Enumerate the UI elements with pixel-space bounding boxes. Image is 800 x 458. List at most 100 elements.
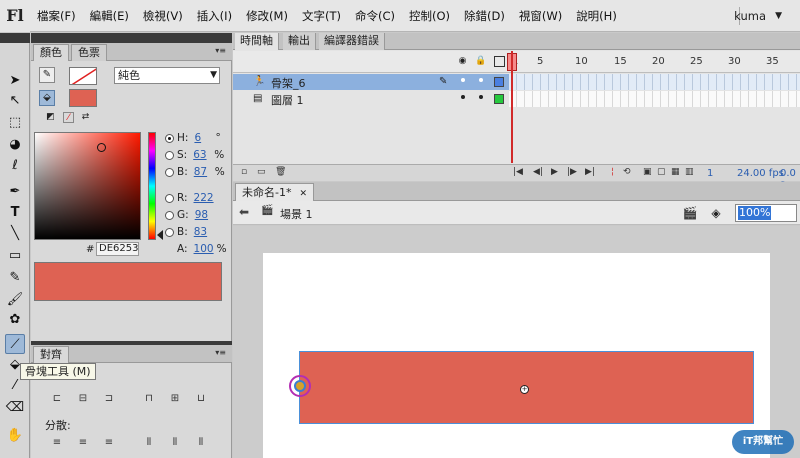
swap-colors-icon[interactable]: ⇄: [80, 112, 91, 123]
eraser-icon[interactable]: ⌫: [5, 397, 25, 417]
red-radio[interactable]: [165, 193, 174, 203]
layer-frames[interactable]: [509, 74, 800, 90]
edit-multiple-frames-icon[interactable]: ▦: [671, 167, 680, 177]
tab-swatches[interactable]: 色票: [71, 44, 107, 61]
distribute-top-icon[interactable]: ≡: [51, 437, 63, 449]
align-right-icon[interactable]: ⊐: [103, 393, 115, 405]
layer-row-layer1[interactable]: ▤ 圖層 1: [233, 91, 800, 107]
pen-icon[interactable]: ✒: [5, 181, 25, 201]
center-frame-icon[interactable]: ¦: [611, 167, 614, 177]
selection-arrow-icon[interactable]: ➤: [5, 70, 25, 90]
tab-align[interactable]: 對齊: [33, 346, 69, 363]
align-left-icon[interactable]: ⊏: [51, 393, 63, 405]
menu-control[interactable]: 控制(O): [402, 0, 457, 32]
modify-markers-icon[interactable]: ▥: [685, 167, 694, 177]
layer-info[interactable]: ▤ 圖層 1: [233, 91, 509, 107]
new-layer-icon[interactable]: ▫: [241, 167, 247, 177]
menu-modify[interactable]: 修改(M): [239, 0, 295, 32]
fill-type-select[interactable]: 純色 ▼: [114, 67, 220, 84]
saturation-brightness-picker[interactable]: [34, 132, 141, 240]
visibility-dot[interactable]: [461, 95, 465, 99]
menu-edit[interactable]: 編輯(E): [83, 0, 136, 32]
deco-icon[interactable]: ✿: [5, 309, 25, 329]
menu-insert[interactable]: 插入(I): [190, 0, 239, 32]
tab-compiler-errors[interactable]: 編譯器錯誤: [319, 33, 385, 50]
lock-dot[interactable]: [479, 95, 483, 99]
align-horizontal-center-icon[interactable]: ⊟: [77, 393, 89, 405]
layer-outline-color[interactable]: [494, 94, 504, 104]
align-bottom-icon[interactable]: ⊔: [195, 393, 207, 405]
layer-info[interactable]: 🏃 骨架_6 ✎: [233, 74, 509, 90]
3d-rotation-icon[interactable]: ◕: [5, 134, 25, 154]
delete-layer-icon[interactable]: 🗑: [275, 167, 286, 177]
user-name[interactable]: kuma: [734, 0, 766, 32]
onion-skin-icon[interactable]: ▣: [643, 167, 652, 177]
distribute-bottom-icon[interactable]: ≡: [103, 437, 115, 449]
onion-outlines-icon[interactable]: ▢: [657, 167, 666, 177]
saturation-radio[interactable]: [165, 150, 174, 160]
edit-scene-icon[interactable]: 🎬: [681, 204, 699, 222]
tools-panel-header[interactable]: [0, 33, 30, 43]
stroke-color-pencil-icon[interactable]: ✎: [39, 67, 55, 83]
go-to-first-frame-icon[interactable]: |◀: [513, 167, 523, 177]
new-folder-icon[interactable]: ▭: [257, 167, 266, 177]
hand-icon[interactable]: ✋: [5, 425, 25, 445]
brightness-value[interactable]: 87: [194, 165, 212, 179]
stroke-color-swatch[interactable]: [69, 67, 97, 85]
blue-value[interactable]: 83: [194, 225, 212, 239]
outline-icon[interactable]: [494, 56, 505, 67]
layer-outline-color[interactable]: [494, 77, 504, 87]
document-tab[interactable]: 未命名-1* ✕: [235, 183, 315, 201]
text-icon[interactable]: T: [5, 202, 25, 222]
blue-radio[interactable]: [165, 227, 174, 237]
align-vertical-center-icon[interactable]: ⊞: [169, 393, 181, 405]
loop-icon[interactable]: ⟲: [623, 167, 631, 177]
back-arrow-icon[interactable]: ⬅: [239, 205, 249, 219]
distribute-right-icon[interactable]: ⦀: [195, 437, 207, 449]
color-panel-header[interactable]: [31, 33, 232, 43]
pencil-icon[interactable]: ✎: [5, 267, 25, 287]
bone-joint[interactable]: [294, 380, 306, 392]
visibility-dot[interactable]: [461, 78, 465, 82]
rectangle-icon[interactable]: ▭: [5, 245, 25, 265]
fill-color-bucket-icon[interactable]: ⬙: [39, 90, 55, 106]
distribute-left-icon[interactable]: ⦀: [143, 437, 155, 449]
registration-point-icon[interactable]: +: [520, 385, 529, 394]
no-color-icon[interactable]: ⁄: [63, 112, 74, 123]
bone-icon[interactable]: ⟋: [5, 334, 25, 354]
zoom-input[interactable]: 100%: [735, 204, 797, 222]
free-transform-icon[interactable]: ⬚: [5, 112, 25, 132]
pasteboard[interactable]: + iT邦幫忙: [233, 226, 800, 458]
step-back-icon[interactable]: ◀|: [533, 167, 543, 177]
black-white-icon[interactable]: ◩: [45, 112, 56, 123]
panel-menu-icon[interactable]: ▾≡: [215, 46, 226, 55]
hue-slider-handle[interactable]: [157, 230, 163, 240]
tab-timeline[interactable]: 時間軸: [235, 33, 279, 50]
menu-view[interactable]: 檢視(V): [136, 0, 190, 32]
brush-icon[interactable]: 🖌: [5, 289, 25, 309]
align-top-icon[interactable]: ⊓: [143, 393, 155, 405]
scene-name[interactable]: 場景 1: [280, 206, 313, 222]
menu-window[interactable]: 視窗(W): [512, 0, 569, 32]
menu-debug[interactable]: 除錯(D): [457, 0, 512, 32]
lock-icon[interactable]: 🔒: [475, 56, 486, 67]
saturation-value[interactable]: 63: [193, 148, 211, 162]
hue-slider[interactable]: [148, 132, 156, 240]
close-icon[interactable]: ✕: [299, 189, 307, 199]
distribute-vertical-center-icon[interactable]: ≡: [77, 437, 89, 449]
green-radio[interactable]: [165, 210, 174, 220]
layer-row-armature[interactable]: 🏃 骨架_6 ✎: [233, 74, 800, 90]
green-value[interactable]: 98: [195, 208, 213, 222]
play-icon[interactable]: ▶: [551, 167, 558, 177]
menu-file[interactable]: 檔案(F): [30, 0, 83, 32]
step-forward-icon[interactable]: |▶: [567, 167, 577, 177]
edit-symbols-icon[interactable]: ◈: [707, 204, 725, 222]
menu-text[interactable]: 文字(T): [295, 0, 348, 32]
lasso-icon[interactable]: ℓ: [5, 155, 25, 175]
chevron-down-icon[interactable]: ▼: [775, 0, 782, 32]
hex-input[interactable]: DE6253: [96, 242, 139, 256]
panel-menu-icon[interactable]: ▾≡: [215, 348, 226, 357]
menu-help[interactable]: 說明(H): [569, 0, 624, 32]
current-frame[interactable]: 1: [707, 168, 713, 179]
line-icon[interactable]: ╲: [5, 223, 25, 243]
